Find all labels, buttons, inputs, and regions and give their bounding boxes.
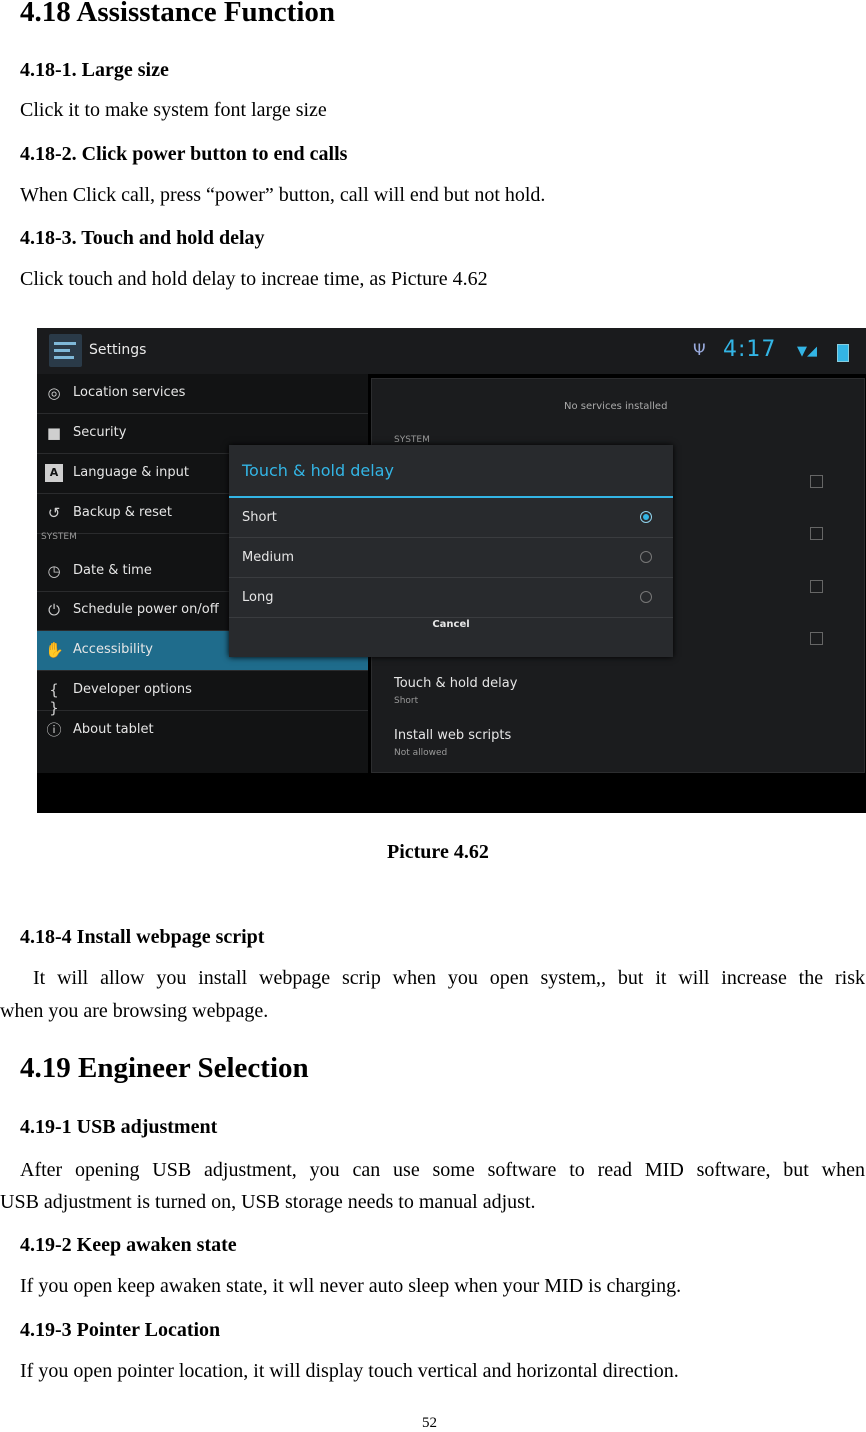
sidebar-item-location[interactable]: ◎ Location services — [37, 374, 368, 414]
paragraph-touch-hold: Click touch and hold delay to increae ti… — [20, 268, 488, 290]
touch-hold-delay-title[interactable]: Touch & hold delay — [394, 676, 517, 691]
sidebar-item-label: Language & input — [73, 465, 189, 480]
braces-icon: { } — [49, 681, 59, 717]
backup-icon: ↺ — [47, 504, 61, 522]
option-label: Short — [242, 510, 277, 525]
paragraph-usb-line1: After opening USB adjustment, you can us… — [20, 1159, 865, 1181]
paragraph-usb-line2: USB adjustment is turned on, USB storage… — [0, 1191, 536, 1213]
section-title-keep-awake: 4.19-2 Keep awaken state — [20, 1234, 237, 1256]
hand-icon: ✋ — [45, 641, 64, 659]
section-title-touch-hold: 4.18-3. Touch and hold delay — [20, 227, 265, 249]
paragraph-pointer: If you open pointer location, it will di… — [20, 1360, 679, 1382]
heading-4-19: 4.19 Engineer Selection — [20, 1052, 309, 1084]
usb-icon: Ψ — [693, 340, 706, 359]
app-title: Settings — [89, 342, 147, 358]
sidebar-item-label: Location services — [73, 385, 186, 400]
radio-icon[interactable] — [640, 591, 652, 603]
section-title-webpage-script: 4.18-4 Install webpage script — [20, 926, 265, 948]
cancel-button[interactable]: Cancel — [229, 619, 673, 630]
paragraph-webpage-script-line1: It will allow you install webpage scrip … — [33, 967, 865, 989]
battery-icon — [837, 344, 849, 362]
sidebar-section-system: SYSTEM — [41, 532, 77, 542]
checkbox[interactable] — [810, 580, 823, 593]
power-icon: ⏻ — [48, 601, 60, 619]
system-bar — [37, 773, 866, 813]
no-services-text: No services installed — [564, 401, 668, 412]
sidebar-item-label: Backup & reset — [73, 505, 172, 520]
radio-icon[interactable] — [640, 551, 652, 563]
checkbox[interactable] — [810, 475, 823, 488]
section-title-large-size: 4.18-1. Large size — [20, 59, 169, 81]
install-web-scripts-title[interactable]: Install web scripts — [394, 728, 511, 743]
touch-hold-delay-dialog: Touch & hold delay Short Medium Long Can… — [229, 445, 673, 657]
install-web-scripts-value: Not allowed — [394, 748, 448, 758]
option-long[interactable]: Long — [229, 578, 673, 618]
picture-caption: Picture 4.62 — [387, 841, 489, 863]
settings-app-icon — [49, 334, 82, 367]
signal-icon: ▼◢ — [797, 344, 817, 359]
option-label: Long — [242, 590, 274, 605]
checkbox[interactable] — [810, 527, 823, 540]
section-title-pointer: 4.19-3 Pointer Location — [20, 1319, 221, 1341]
action-bar: Settings Ψ 4:17 ▼◢ — [37, 328, 866, 374]
dialog-title: Touch & hold delay — [242, 461, 394, 480]
radio-selected-icon[interactable] — [640, 511, 652, 523]
sidebar-item-label: About tablet — [73, 722, 154, 737]
panel-section-system: SYSTEM — [394, 435, 430, 445]
lock-icon: ■ — [46, 424, 62, 442]
option-label: Medium — [242, 550, 294, 565]
sidebar-item-developer[interactable]: { } Developer options — [37, 671, 368, 717]
touch-hold-delay-value: Short — [394, 696, 419, 706]
page-number: 52 — [422, 1415, 437, 1431]
sidebar-item-label: Schedule power on/off — [73, 602, 219, 617]
paragraph-webpage-script-line2: when you are browsing webpage. — [0, 1000, 269, 1022]
sidebar-item-label: Developer options — [73, 682, 192, 697]
language-icon: A — [45, 464, 63, 482]
paragraph-large-size: Click it to make system font large size — [20, 99, 327, 121]
option-medium[interactable]: Medium — [229, 538, 673, 578]
location-icon: ◎ — [47, 384, 61, 402]
paragraph-power-button: When Click call, press “power” button, c… — [20, 184, 546, 206]
sidebar-item-label: Date & time — [73, 563, 152, 578]
heading-4-18: 4.18 Assisstance Function — [20, 0, 336, 28]
section-title-power-button: 4.18-2. Click power button to end calls — [20, 143, 348, 165]
clock-icon: ◷ — [47, 562, 61, 580]
sidebar-item-label: Accessibility — [73, 642, 153, 657]
status-clock: 4:17 — [723, 337, 777, 362]
option-short[interactable]: Short — [229, 498, 673, 538]
info-icon: ⓘ — [46, 721, 62, 739]
settings-screenshot: Settings Ψ 4:17 ▼◢ ◎ Location services ■… — [37, 328, 866, 813]
sidebar-item-about[interactable]: ⓘ About tablet — [37, 711, 368, 750]
paragraph-keep-awake: If you open keep awaken state, it wll ne… — [20, 1275, 682, 1297]
section-title-usb: 4.19-1 USB adjustment — [20, 1116, 218, 1138]
sidebar-item-label: Security — [73, 425, 127, 440]
checkbox[interactable] — [810, 632, 823, 645]
